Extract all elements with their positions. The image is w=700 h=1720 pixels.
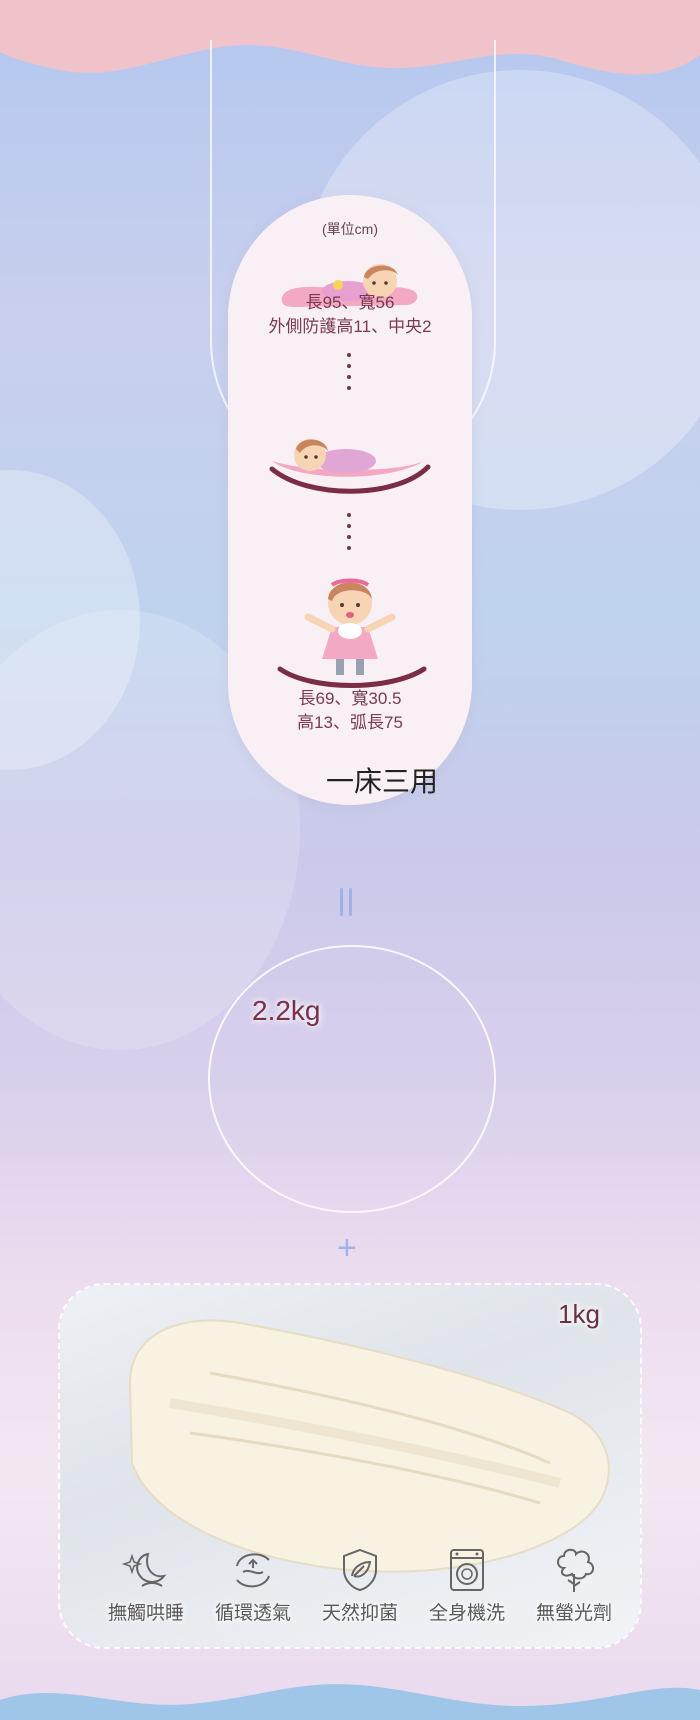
feature-item: 全身機洗 <box>421 1546 513 1625</box>
feature-item: 天然抑菌 <box>314 1546 406 1625</box>
feature-label: 循環透氣 <box>214 1603 291 1624</box>
airflow-icon <box>236 1553 270 1588</box>
plus-sign: + <box>337 1229 357 1267</box>
pad-photo: 1kg 撫觸哄睡 循環透氣 天然抑菌 全身機洗 無螢光劑 <box>58 1283 642 1649</box>
baby-in-rocker-illustration <box>269 439 431 494</box>
dots-divider <box>346 513 352 557</box>
washing-machine-icon <box>450 1549 484 1591</box>
bottom-wave <box>0 1684 700 1720</box>
unit-label: (單位cm) <box>322 221 378 237</box>
dots-divider <box>346 353 352 397</box>
feature-item: 撫觸哄睡 <box>100 1546 192 1625</box>
feature-list: 撫觸哄睡 循環透氣 天然抑菌 全身機洗 無螢光劑 <box>100 1546 620 1625</box>
feature-label: 天然抑菌 <box>321 1603 398 1624</box>
equals-sign <box>338 888 354 918</box>
three-in-one-caption: 一床三用 <box>326 766 439 797</box>
rocker-size-line-2: 高13、弧長75 <box>297 713 403 732</box>
moon-stars-icon <box>122 1552 167 1587</box>
product-detail-page: (單位cm) 長95、寬56 外側防護高11、中央2 長69、寬30.5 高13… <box>0 0 700 1720</box>
feature-label: 全身機洗 <box>428 1603 505 1624</box>
feature-item: 循環透氣 <box>207 1546 299 1625</box>
shield-leaf-icon <box>343 1548 377 1592</box>
feature-label: 撫觸哄睡 <box>107 1603 184 1624</box>
bed-size-line-2: 外側防護高11、中央2 <box>268 317 432 336</box>
weight-circle <box>208 945 496 1213</box>
toddler-on-rocker-illustration <box>277 578 427 688</box>
bed-size-line-1: 長95、寬56 <box>305 293 395 312</box>
size-card: (單位cm) 長95、寬56 外側防護高11、中央2 長69、寬30.5 高13… <box>228 195 472 805</box>
rocker-size-line-1: 長69、寬30.5 <box>298 689 402 708</box>
feature-label: 無螢光劑 <box>535 1603 612 1624</box>
feature-item: 無螢光劑 <box>528 1546 620 1625</box>
pad-weight-label: 1kg <box>558 1299 600 1329</box>
main-weight-label: 2.2kg <box>252 995 321 1026</box>
cotton-icon <box>557 1548 594 1592</box>
